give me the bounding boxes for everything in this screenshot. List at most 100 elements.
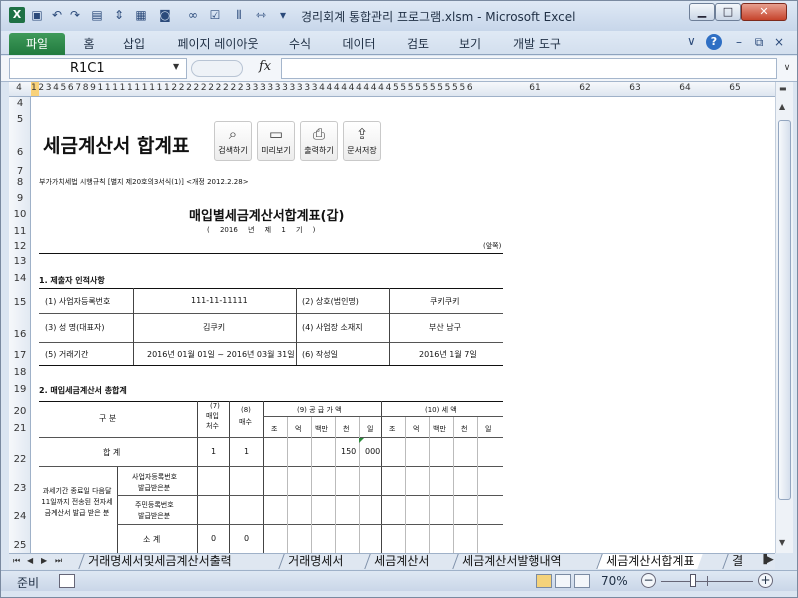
page-break-view-button[interactable] xyxy=(574,574,590,588)
tab-view[interactable]: 보기 xyxy=(455,33,485,55)
save-document-button[interactable]: ⇪ 문서저장 xyxy=(343,121,381,161)
row-label[interactable]: 8 xyxy=(9,177,31,188)
preview-button[interactable]: ▭ 미리보기 xyxy=(257,121,295,161)
tab-review[interactable]: 검토 xyxy=(403,33,433,55)
tab-data[interactable]: 데이터 xyxy=(339,33,379,55)
row-label[interactable]: 4 xyxy=(9,98,31,109)
sheet-tab[interactable]: 세금계산서 xyxy=(364,554,438,569)
workbook-close-icon[interactable]: × xyxy=(771,34,787,50)
scroll-thumb[interactable] xyxy=(778,120,791,500)
sort-icon[interactable]: ⇕ xyxy=(111,7,127,23)
narrow-column-labels[interactable]: 1 2 3 4 5 6 7 8 9 1 1 1 1 1 1 1 1 1 1 2 … xyxy=(31,83,473,93)
row-label[interactable]: 6 xyxy=(9,147,31,158)
redo-icon[interactable]: ↷ xyxy=(67,7,83,23)
close-button[interactable]: ✕ xyxy=(741,3,787,21)
sheet-tab[interactable]: 거래명세서 xyxy=(278,554,352,569)
row-label[interactable]: 21 xyxy=(9,423,31,434)
insert-function-icon[interactable]: fx xyxy=(259,59,271,74)
row-label[interactable]: 24 xyxy=(9,511,31,522)
table-icon[interactable]: ▦ xyxy=(133,7,149,23)
next-sheet-icon[interactable]: ▶ xyxy=(41,556,47,565)
row-label[interactable]: 23 xyxy=(9,483,31,494)
row-label[interactable]: 15 xyxy=(9,297,31,308)
camera-icon[interactable]: ◙ xyxy=(157,7,173,23)
prev-sheet-icon[interactable]: ◀ xyxy=(27,556,33,565)
column-label[interactable]: 62 xyxy=(565,83,605,93)
row-label[interactable]: 14 xyxy=(9,273,31,284)
sheet-tab[interactable]: 세금계산서발행내역 xyxy=(452,554,571,569)
align-icon[interactable]: ⦀ xyxy=(231,7,247,23)
representative-value[interactable]: 김쿠키 xyxy=(203,322,225,333)
total-supply-thousands[interactable]: 150 xyxy=(341,447,356,456)
row-label[interactable]: 19 xyxy=(9,384,31,395)
workbook-restore-icon[interactable]: ⧉ xyxy=(751,34,767,50)
row-label[interactable]: 11 xyxy=(9,226,31,237)
link-icon[interactable]: ∞ xyxy=(185,7,201,23)
first-sheet-icon[interactable]: ⏮ xyxy=(13,556,20,566)
ribbon-minimize-icon[interactable]: ∨ xyxy=(687,34,696,48)
column-label[interactable]: 4 xyxy=(11,83,27,93)
zoom-level[interactable]: 70% xyxy=(601,574,628,588)
spacing-icon[interactable]: ⇿ xyxy=(253,7,269,23)
written-date-value[interactable]: 2016년 1월 7일 xyxy=(419,349,477,360)
biz-no-value[interactable]: 111-11-11111 xyxy=(191,296,248,305)
worksheet-grid[interactable]: 세금계산서 합계표 ⌕ 검색하기 ▭ 미리보기 ⎙ 출력하기 ⇪ 문서저장 부가… xyxy=(31,97,775,553)
page-layout-view-button[interactable] xyxy=(555,574,571,588)
last-sheet-icon[interactable]: ⏭ xyxy=(55,556,62,566)
trade-period-value[interactable]: 2016년 01월 01일 ~ 2016년 03월 31일 xyxy=(147,349,295,360)
subtotal-suppliers[interactable]: 0 xyxy=(211,534,216,543)
column-label[interactable]: 65 xyxy=(715,83,755,93)
row-label[interactable]: 22 xyxy=(9,454,31,465)
trade-name-value[interactable]: 쿠키쿠키 xyxy=(430,296,459,307)
row-label[interactable]: 9 xyxy=(9,193,31,204)
tab-split-icon[interactable]: ▐▶ xyxy=(760,555,774,568)
vertical-scrollbar[interactable]: ▬ ▲ ▼ xyxy=(775,82,793,553)
sheet-tab[interactable]: 거래명세서및세금계산서출력 xyxy=(78,554,241,569)
tab-insert[interactable]: 삽입 xyxy=(119,33,149,55)
macro-record-icon[interactable] xyxy=(59,574,75,588)
checklist-icon[interactable]: ☑ xyxy=(207,7,223,23)
column-label[interactable]: 64 xyxy=(665,83,705,93)
row-label[interactable]: 18 xyxy=(9,367,31,378)
row-label[interactable]: 13 xyxy=(9,256,31,267)
tab-file[interactable]: 파일 xyxy=(9,33,65,55)
row-label[interactable]: 17 xyxy=(9,350,31,361)
tab-home[interactable]: 홈 xyxy=(79,33,99,55)
sheet-tab-active[interactable]: 세금계산서합계표 xyxy=(596,554,704,569)
zoom-out-button[interactable]: − xyxy=(641,573,656,588)
subtotal-sheets[interactable]: 0 xyxy=(244,534,249,543)
print-button[interactable]: ⎙ 출력하기 xyxy=(300,121,338,161)
chevron-down-icon[interactable]: ▼ xyxy=(173,62,179,71)
address-value[interactable]: 부산 남구 xyxy=(429,322,461,333)
customize-icon[interactable]: ▾ xyxy=(275,7,291,23)
formula-buttons-collapsed[interactable] xyxy=(191,60,243,77)
column-label[interactable]: 61 xyxy=(515,83,555,93)
tab-developer[interactable]: 개발 도구 xyxy=(507,33,567,55)
tab-formulas[interactable]: 수식 xyxy=(285,33,315,55)
zoom-in-button[interactable]: + xyxy=(758,573,773,588)
row-label[interactable]: 10 xyxy=(9,209,31,220)
total-suppliers[interactable]: 1 xyxy=(211,447,216,456)
row-label[interactable]: 12 xyxy=(9,241,31,252)
column-label[interactable]: 63 xyxy=(615,83,655,93)
total-supply-units[interactable]: 000 xyxy=(365,447,380,456)
scroll-up-icon[interactable]: ▲ xyxy=(779,102,785,111)
undo-icon[interactable]: ↶ xyxy=(49,7,65,23)
row-label[interactable]: 20 xyxy=(9,406,31,417)
formula-input[interactable] xyxy=(281,58,777,79)
help-icon[interactable]: ? xyxy=(706,34,722,50)
minimize-button[interactable]: ▁ xyxy=(689,3,715,21)
split-box-icon[interactable]: ▬ xyxy=(779,84,787,93)
row-label[interactable]: 5 xyxy=(9,114,31,125)
tab-page-layout[interactable]: 페이지 레이아웃 xyxy=(171,33,265,55)
expand-formula-bar-icon[interactable]: ∨ xyxy=(779,58,795,79)
normal-view-button[interactable] xyxy=(536,574,552,588)
maximize-button[interactable]: □ xyxy=(715,3,741,21)
workbook-minimize-icon[interactable]: – xyxy=(731,34,747,50)
scroll-down-icon[interactable]: ▼ xyxy=(779,538,785,547)
zoom-slider-thumb[interactable] xyxy=(690,574,697,587)
row-label[interactable]: 16 xyxy=(9,329,31,340)
sheet-tab[interactable]: 결 xyxy=(722,554,752,569)
excel-app-icon[interactable]: X xyxy=(9,7,25,23)
row-label[interactable]: 25 xyxy=(9,540,31,551)
